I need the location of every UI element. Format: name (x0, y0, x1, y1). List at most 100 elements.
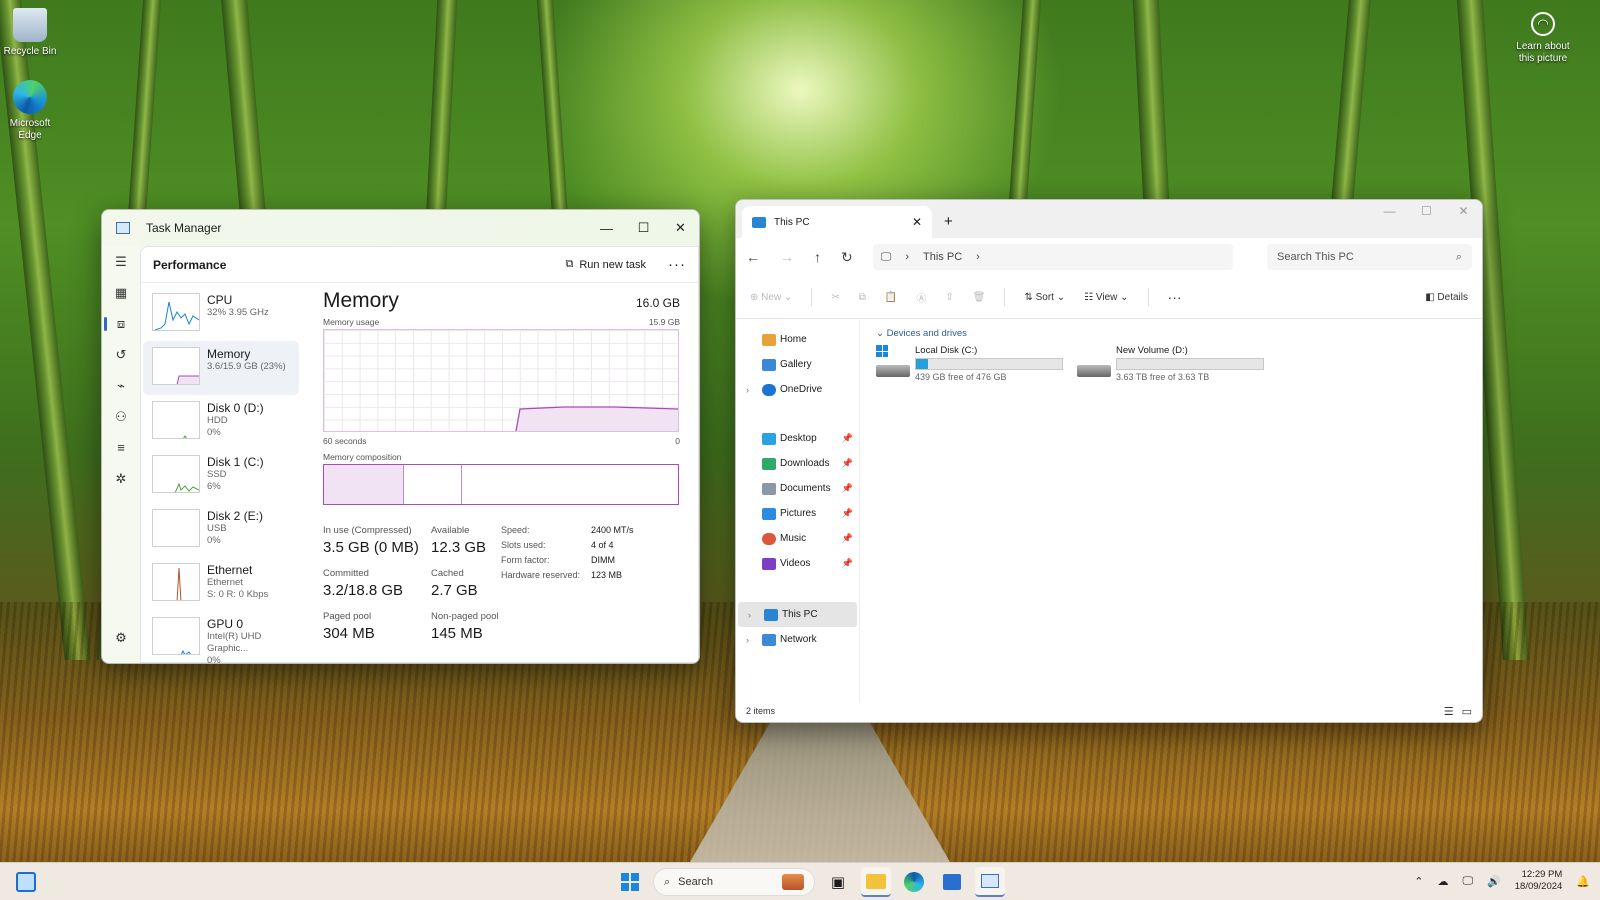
committed-value: 3.2/18.8 GB (323, 582, 404, 599)
refresh-icon[interactable]: ↻ (841, 249, 853, 266)
nav-item-home[interactable]: Home (736, 327, 859, 352)
close-tab-icon[interactable]: ✕ (912, 215, 922, 229)
up-arrow-icon[interactable]: ↑ (814, 249, 821, 265)
nav-item-music[interactable]: Music 📌 (736, 526, 859, 551)
breadcrumb-chevron-icon[interactable]: › (976, 251, 980, 263)
details-icon[interactable]: ≡ (102, 432, 140, 463)
maximize-button[interactable]: ☐ (625, 210, 662, 246)
search-icon: ⌕ (1455, 250, 1462, 263)
hamburger-icon[interactable]: ☰ (102, 246, 140, 277)
picture-icon (762, 507, 776, 520)
resource-item-disk-1[interactable]: Disk 1 (C:) SSD 6% (143, 449, 299, 503)
settings-gear-icon[interactable]: ⚙ (102, 622, 140, 653)
minimize-button[interactable]: — (588, 210, 625, 246)
store-taskbar-icon[interactable] (937, 867, 967, 897)
resource-item-memory[interactable]: Memory 3.6/15.9 GB (23%) (143, 341, 299, 395)
edge-desktop-icon[interactable]: Microsoft Edge (0, 80, 60, 142)
disk-0-thumbnail-graph (152, 401, 200, 439)
modified-segment (404, 465, 462, 504)
cached-value: 2.7 GB (431, 582, 478, 599)
nav-item-this-pc[interactable]: › This PC (738, 602, 857, 627)
group-header[interactable]: ⌄ Devices and drives (876, 328, 1472, 339)
volume-icon[interactable]: 🔊 (1487, 875, 1501, 888)
music-icon (762, 532, 776, 545)
nav-item-gallery[interactable]: Gallery (736, 352, 859, 377)
services-icon[interactable]: ✲ (102, 463, 140, 494)
drive-c[interactable]: Local Disk (C:) 439 GB free of 476 GB (876, 343, 1063, 382)
memory-specs: Speed: 2400 MT/s Slots used: 4 of 4 Form f… (501, 525, 634, 580)
nav-item-videos[interactable]: Videos 📌 (736, 551, 859, 576)
document-icon (762, 482, 776, 495)
task-manager-taskbar-icon[interactable] (975, 867, 1005, 897)
drive-c-usage-bar (915, 358, 1063, 370)
onedrive-status-icon[interactable]: ☁ (1437, 875, 1448, 888)
resource-item-disk-2[interactable]: Disk 2 (E:) USB 0% (143, 503, 299, 557)
forward-arrow-icon[interactable]: → (780, 249, 794, 265)
close-button[interactable]: ✕ (662, 210, 699, 246)
tab-bar: This PC ✕ + — ☐ ✕ (736, 200, 1482, 238)
task-view-icon[interactable]: ▣ (823, 867, 853, 897)
processes-icon[interactable]: ▦ (102, 277, 140, 308)
nav-item-onedrive[interactable]: › OneDrive (736, 377, 859, 402)
network-icon (762, 633, 776, 646)
tiles-view-icon[interactable]: ▭ (1462, 705, 1472, 718)
more-options-icon[interactable]: ··· (1168, 289, 1182, 305)
nav-item-pictures[interactable]: Pictures 📌 (736, 501, 859, 526)
edge-taskbar-icon[interactable] (899, 867, 929, 897)
nav-item-downloads[interactable]: Downloads 📌 (736, 451, 859, 476)
details-button[interactable]: ◧ Details (1425, 292, 1468, 303)
sort-button[interactable]: ⇅ Sort ⌄ (1024, 292, 1065, 303)
notification-bell-icon[interactable]: 🔔 (1576, 875, 1590, 888)
drive-icon (1077, 349, 1111, 377)
performance-icon[interactable]: ⧈ (102, 308, 140, 339)
delete-icon[interactable]: 🗑 (973, 292, 986, 303)
users-icon[interactable]: ⚇ (102, 401, 140, 432)
chevron-up-icon[interactable]: ⌃ (1414, 875, 1423, 888)
resource-item-disk-0[interactable]: Disk 0 (D:) HDD 0% (143, 395, 299, 449)
resource-item-ethernet[interactable]: Ethernet Ethernet S: 0 R: 0 Kbps (143, 557, 299, 611)
nav-item-network[interactable]: › Network (736, 627, 859, 652)
resource-item-cpu[interactable]: CPU 32% 3.95 GHz (143, 287, 299, 341)
file-explorer-taskbar-icon[interactable] (861, 867, 891, 897)
new-button[interactable]: ⊕ New ⌄ (750, 292, 792, 303)
details-view-icon[interactable]: ☰ (1444, 705, 1454, 718)
view-button[interactable]: ☷ View ⌄ (1084, 292, 1128, 303)
back-arrow-icon[interactable]: ← (746, 249, 760, 265)
drive-d[interactable]: New Volume (D:) 3.63 TB free of 3.63 TB (1077, 343, 1264, 382)
start-button[interactable] (615, 867, 645, 897)
title-bar[interactable]: Task Manager — ☐ ✕ (102, 210, 699, 246)
resource-item-gpu-0[interactable]: GPU 0 Intel(R) UHD Graphic... 0% (143, 611, 299, 663)
cut-icon[interactable]: ✂ (831, 292, 839, 303)
navigation-pane: Home Gallery › OneDrive Desktop 📌 Download… (736, 320, 860, 702)
app-history-icon[interactable]: ↺ (102, 339, 140, 370)
new-tab-button[interactable]: + (932, 213, 965, 238)
recycle-bin-desktop-icon[interactable]: Recycle Bin (0, 8, 60, 58)
tab-this-pc[interactable]: This PC ✕ (742, 206, 932, 238)
run-new-task-button[interactable]: ⧉ Run new task (565, 258, 646, 271)
breadcrumb-this-pc[interactable]: This PC (923, 251, 962, 263)
paste-icon[interactable]: 📋 (885, 292, 897, 303)
address-bar[interactable]: 🖵 › This PC › (872, 244, 1233, 270)
nav-item-desktop[interactable]: Desktop 📌 (736, 426, 859, 451)
command-bar: ⊕ New ⌄ ✂ ⧉ 📋 Ⓐ ⇪ 🗑 ⇅ Sort ⌄ ☷ View ⌄ ··… (736, 276, 1482, 319)
nav-item-documents[interactable]: Documents 📌 (736, 476, 859, 501)
clock[interactable]: 12:29 PM 18/09/2024 (1515, 869, 1563, 893)
rename-icon[interactable]: Ⓐ (916, 290, 926, 305)
share-icon[interactable]: ⇪ (945, 292, 953, 303)
widgets-icon[interactable] (16, 872, 36, 892)
pin-icon: 📌 (841, 558, 853, 568)
network-status-icon[interactable]: 🖵 (1462, 875, 1473, 888)
search-input[interactable]: Search This PC ⌕ (1267, 244, 1472, 270)
more-options-icon[interactable]: ··· (668, 256, 686, 273)
maximize-button[interactable]: ☐ (1408, 200, 1445, 222)
learn-about-picture[interactable]: ◠ Learn about this picture (1508, 10, 1578, 65)
taskbar-search[interactable]: ⌕ Search (653, 868, 815, 896)
pin-icon: 📌 (841, 508, 853, 518)
startup-apps-icon[interactable]: ⌁ (102, 370, 140, 401)
monitor-icon (764, 608, 778, 621)
minimize-button[interactable]: — (1371, 200, 1408, 222)
close-button[interactable]: ✕ (1445, 200, 1482, 222)
copy-icon[interactable]: ⧉ (859, 292, 866, 303)
monitor-icon (752, 216, 766, 228)
pin-icon: 📌 (841, 483, 853, 493)
